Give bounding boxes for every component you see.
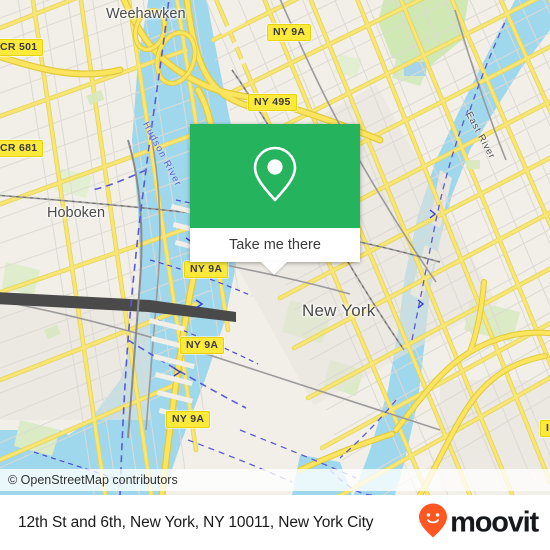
popup-pointer-tail: [261, 262, 287, 275]
place-label-hoboken: Hoboken: [47, 205, 106, 221]
moovit-map-screenshot: NY 9A NY 495 CR 501 CR 681 NY 9A NY 9A N…: [0, 0, 550, 550]
place-label-new-york: New York: [302, 301, 376, 320]
road-shield: NY 9A: [184, 261, 229, 278]
place-label-weehawken: Weehawken: [106, 6, 186, 22]
road-shield: NY 9A: [267, 24, 312, 41]
take-me-there-button[interactable]: Take me there: [190, 228, 360, 262]
popup-image-area: [190, 124, 360, 228]
road-shield: I: [540, 420, 550, 437]
take-me-there-label: Take me there: [229, 237, 321, 253]
road-shield: NY 9A: [180, 337, 225, 354]
road-shield: NY 9A: [166, 411, 211, 428]
map-pin-icon: [252, 145, 298, 208]
road-shield: CR 681: [0, 140, 44, 157]
road-shield: CR 501: [0, 39, 44, 56]
moovit-pin-smiley-icon: [418, 502, 448, 543]
attribution-text: © OpenStreetMap contributors: [8, 473, 178, 487]
footer-bar: 12th St and 6th, New York, NY 10011, New…: [0, 495, 550, 550]
map-popup-card[interactable]: Take me there: [190, 124, 360, 275]
map-attribution[interactable]: © OpenStreetMap contributors: [0, 469, 550, 491]
moovit-wordmark: moovit: [450, 506, 539, 538]
moovit-brand[interactable]: moovit: [418, 502, 539, 543]
location-caption: 12th St and 6th, New York, NY 10011, New…: [18, 513, 374, 531]
road-shield: NY 495: [248, 94, 297, 111]
